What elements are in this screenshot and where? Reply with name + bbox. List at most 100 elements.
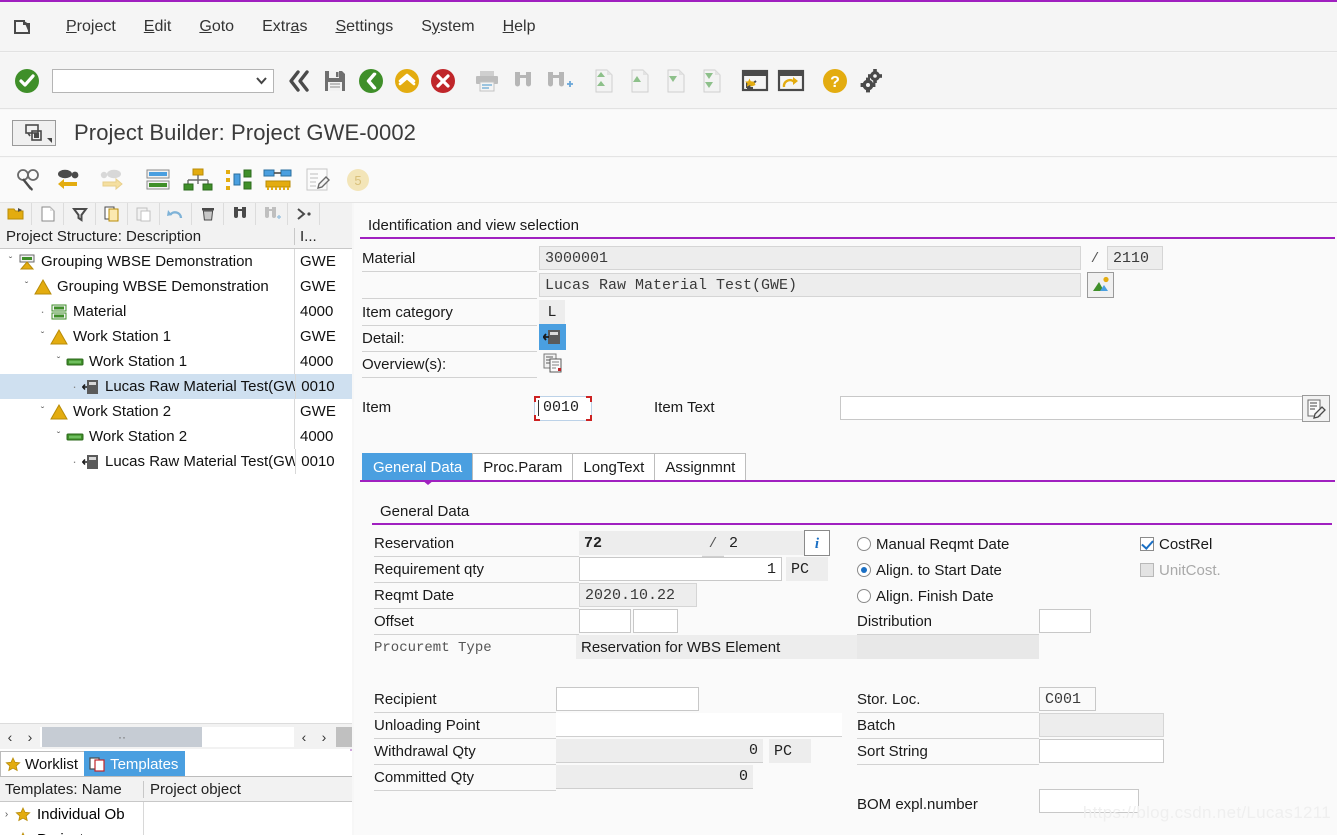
info-icon[interactable]: i	[804, 530, 830, 556]
delete-icon[interactable]	[192, 203, 224, 225]
more-icon[interactable]	[288, 203, 320, 225]
previous-object-icon[interactable]	[50, 162, 90, 198]
messages-badge-icon[interactable]: 5	[338, 162, 378, 198]
create-shortcut-icon[interactable]	[774, 64, 808, 98]
scroll-right-button-2[interactable]: ›	[314, 725, 334, 749]
templates-row[interactable]: ›Projects	[0, 827, 352, 835]
report-icon[interactable]	[298, 162, 338, 198]
next-page-icon[interactable]	[658, 64, 692, 98]
tree-horizontal-scrollbar[interactable]: ‹ › ·· ‹ ›	[0, 723, 352, 749]
tree-twisty-expanded-icon[interactable]: ˇ	[52, 431, 65, 442]
tree-row[interactable]: ˇ Work Station 2 4000	[0, 424, 352, 449]
save-icon[interactable]	[318, 64, 352, 98]
checkbox-option[interactable]: CostRel	[1140, 531, 1320, 557]
project-definition-icon[interactable]	[138, 162, 178, 198]
project-planning-board-icon[interactable]	[258, 162, 298, 198]
bottom-tab-worklist[interactable]: Worklist	[0, 751, 86, 776]
scroll-left-button-2[interactable]: ‹	[294, 725, 314, 749]
templates-tree[interactable]: › Individual Ob ›Projects	[0, 802, 352, 835]
item-text-field[interactable]	[840, 396, 1306, 420]
material-description-field[interactable]: Lucas Raw Material Test(GWE)	[539, 273, 1081, 297]
radio-option[interactable]: Align. Finish Date	[857, 583, 1137, 609]
find-icon[interactable]	[506, 64, 540, 98]
menu-item-settings[interactable]: Settings	[321, 14, 407, 40]
first-page-icon[interactable]	[586, 64, 620, 98]
open-icon[interactable]	[0, 203, 32, 225]
paste-icon[interactable]	[128, 203, 160, 225]
menu-item-edit[interactable]: Edit	[130, 14, 186, 40]
offset-field-1[interactable]	[579, 609, 631, 633]
project-structure-tree[interactable]: ˇ Grouping WBSE Demonstration GWE ˇ Grouping…	[0, 249, 352, 723]
checkbox-icon[interactable]	[1140, 537, 1154, 551]
application-menu-icon[interactable]	[12, 120, 56, 146]
collapse-left-icon[interactable]	[282, 64, 316, 98]
exit-up-icon[interactable]	[390, 64, 424, 98]
print-icon[interactable]	[470, 64, 504, 98]
customize-icon[interactable]	[854, 64, 888, 98]
next-object-icon[interactable]	[90, 162, 130, 198]
tree-row[interactable]: ˇ Grouping WBSE Demonstration GWE	[0, 274, 352, 299]
radio-button-icon[interactable]	[857, 537, 871, 551]
scroll-track[interactable]: ··	[40, 726, 294, 747]
tree-twisty-collapsed-icon[interactable]: ›	[0, 809, 13, 820]
create-icon[interactable]	[32, 203, 64, 225]
last-page-icon[interactable]	[694, 64, 728, 98]
find-next-icon[interactable]	[542, 64, 576, 98]
tree-twisty-expanded-icon[interactable]: ˇ	[52, 356, 65, 367]
radio-option[interactable]: Align. to Start Date	[857, 557, 1137, 583]
tree-row[interactable]: ˇ Work Station 1 GWE	[0, 324, 352, 349]
tab-proc-param[interactable]: Proc.Param	[472, 453, 574, 480]
bottom-tab-templates[interactable]: Templates	[84, 751, 186, 776]
material-detail-icon[interactable]	[1087, 272, 1114, 298]
distribution-field[interactable]	[1039, 609, 1091, 633]
find-next-icon[interactable]	[256, 203, 288, 225]
undo-icon[interactable]	[160, 203, 192, 225]
scroll-left-button[interactable]: ‹	[0, 725, 20, 749]
tree-row[interactable]: ˇ Grouping WBSE Demonstration GWE	[0, 249, 352, 274]
menu-item-goto[interactable]: Goto	[185, 14, 248, 40]
tab-assignmnt[interactable]: Assignmnt	[654, 453, 747, 480]
create-session-icon[interactable]	[738, 64, 772, 98]
tree-row[interactable]: · Material 4000	[0, 299, 352, 324]
requirement-qty-field[interactable]: 1	[579, 557, 782, 581]
tree-row[interactable]: ˇ Work Station 1 4000	[0, 349, 352, 374]
tree-twisty-expanded-icon[interactable]: ˇ	[4, 256, 17, 267]
filter-icon[interactable]	[64, 203, 96, 225]
tree-twisty-expanded-icon[interactable]: ˇ	[36, 406, 49, 417]
long-text-editor-icon[interactable]	[1302, 395, 1330, 422]
tree-row[interactable]: · Lucas Raw Material Test(GW 0010	[0, 374, 352, 399]
scroll-thumb[interactable]: ··	[42, 726, 202, 747]
tree-row[interactable]: ˇ Work Station 2 GWE	[0, 399, 352, 424]
menu-item-system[interactable]: System	[407, 14, 488, 40]
menu-item-extras[interactable]: Extras	[248, 14, 321, 40]
copy-icon[interactable]	[96, 203, 128, 225]
material-field[interactable]: 3000001	[539, 246, 1081, 270]
tree-row[interactable]: · Lucas Raw Material Test(GW 0010	[0, 449, 352, 474]
tree-twisty-expanded-icon[interactable]: ˇ	[36, 331, 49, 342]
network-graphic-icon[interactable]	[218, 162, 258, 198]
command-field[interactable]	[52, 68, 274, 93]
wbs-hierarchy-icon[interactable]	[178, 162, 218, 198]
tab-general-data[interactable]: General Data	[362, 453, 474, 480]
system-menu-icon[interactable]	[8, 14, 38, 40]
tree-twisty-expanded-icon[interactable]: ˇ	[20, 281, 33, 292]
menu-item-project[interactable]: Project	[52, 14, 130, 40]
help-icon[interactable]: ?	[818, 64, 852, 98]
overview-icon[interactable]	[539, 350, 566, 376]
scroll-end-block[interactable]	[336, 726, 352, 747]
scroll-right-button[interactable]: ›	[20, 725, 40, 749]
unloading-point-field[interactable]	[556, 713, 842, 737]
component-detail-icon[interactable]	[539, 324, 566, 350]
plant-field[interactable]: 2110	[1107, 246, 1163, 270]
cancel-icon[interactable]	[426, 64, 460, 98]
radio-button-icon[interactable]	[857, 589, 871, 603]
reqmt-date-field[interactable]: 2020.10.22	[579, 583, 697, 607]
radio-option[interactable]: Manual Reqmt Date	[857, 531, 1137, 557]
find-icon[interactable]	[224, 203, 256, 225]
previous-page-icon[interactable]	[622, 64, 656, 98]
enter-check-icon[interactable]	[10, 64, 44, 98]
item-input[interactable]: 0010	[534, 396, 592, 421]
tab-longtext[interactable]: LongText	[572, 453, 656, 480]
menu-item-help[interactable]: Help	[489, 14, 550, 40]
recipient-field[interactable]	[556, 687, 699, 711]
